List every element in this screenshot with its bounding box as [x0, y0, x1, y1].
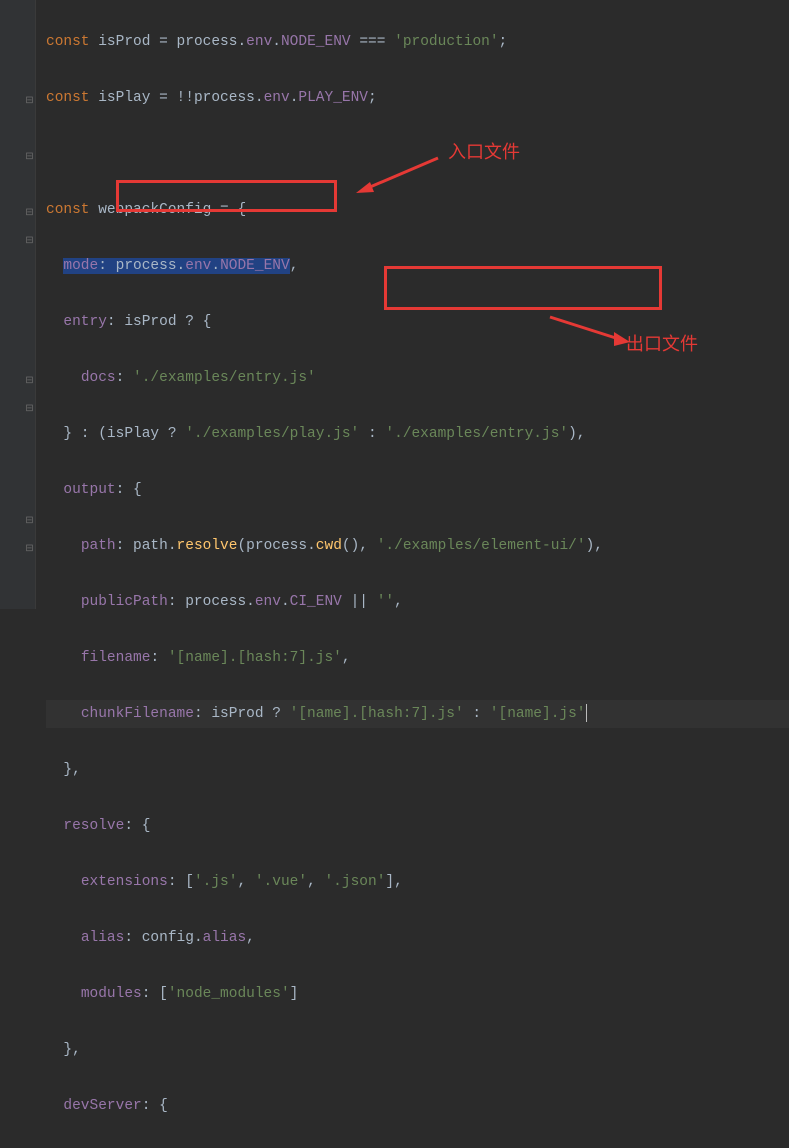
- fold-icon[interactable]: ⊟: [24, 152, 35, 163]
- code-line: },: [46, 1036, 789, 1064]
- gutter: ⊟ ⊟ ⊟ ⊟ ⊟ ⊟ ⊟ ⊟: [0, 0, 36, 609]
- code-line: modules: ['node_modules']: [46, 980, 789, 1008]
- code-line: extensions: ['.js', '.vue', '.json'],: [46, 868, 789, 896]
- fold-icon[interactable]: ⊟: [24, 404, 35, 415]
- annotation-label-output: 出口文件: [626, 330, 698, 358]
- code-line: mode: process.env.NODE_ENV,: [46, 252, 789, 280]
- code-line: filename: '[name].[hash:7].js',: [46, 644, 789, 672]
- code-line: docs: './examples/entry.js': [46, 364, 789, 392]
- code-line: alias: config.alias,: [46, 924, 789, 952]
- code-line: output: {: [46, 476, 789, 504]
- code-line: publicPath: process.env.CI_ENV || '',: [46, 588, 789, 616]
- code-line-active: chunkFilename: isProd ? '[name].[hash:7]…: [46, 700, 789, 728]
- code-line: const isProd = process.env.NODE_ENV === …: [46, 28, 789, 56]
- fold-icon[interactable]: ⊟: [24, 516, 35, 527]
- code-line: const webpackConfig = {: [46, 196, 789, 224]
- fold-icon[interactable]: ⊟: [24, 376, 35, 387]
- code-line: const isPlay = !!process.env.PLAY_ENV;: [46, 84, 789, 112]
- code-line: devServer: {: [46, 1092, 789, 1120]
- code-line: },: [46, 756, 789, 784]
- fold-icon[interactable]: ⊟: [24, 208, 35, 219]
- fold-icon[interactable]: ⊟: [24, 544, 35, 555]
- code-line: } : (isPlay ? './examples/play.js' : './…: [46, 420, 789, 448]
- fold-icon[interactable]: ⊟: [24, 96, 35, 107]
- code-line: path: path.resolve(process.cwd(), './exa…: [46, 532, 789, 560]
- annotation-label-entry: 入口文件: [448, 138, 520, 166]
- text-cursor: [586, 704, 587, 722]
- code-editor[interactable]: const isProd = process.env.NODE_ENV === …: [46, 0, 789, 1148]
- fold-icon[interactable]: ⊟: [24, 236, 35, 247]
- code-line: resolve: {: [46, 812, 789, 840]
- code-line: [46, 140, 789, 168]
